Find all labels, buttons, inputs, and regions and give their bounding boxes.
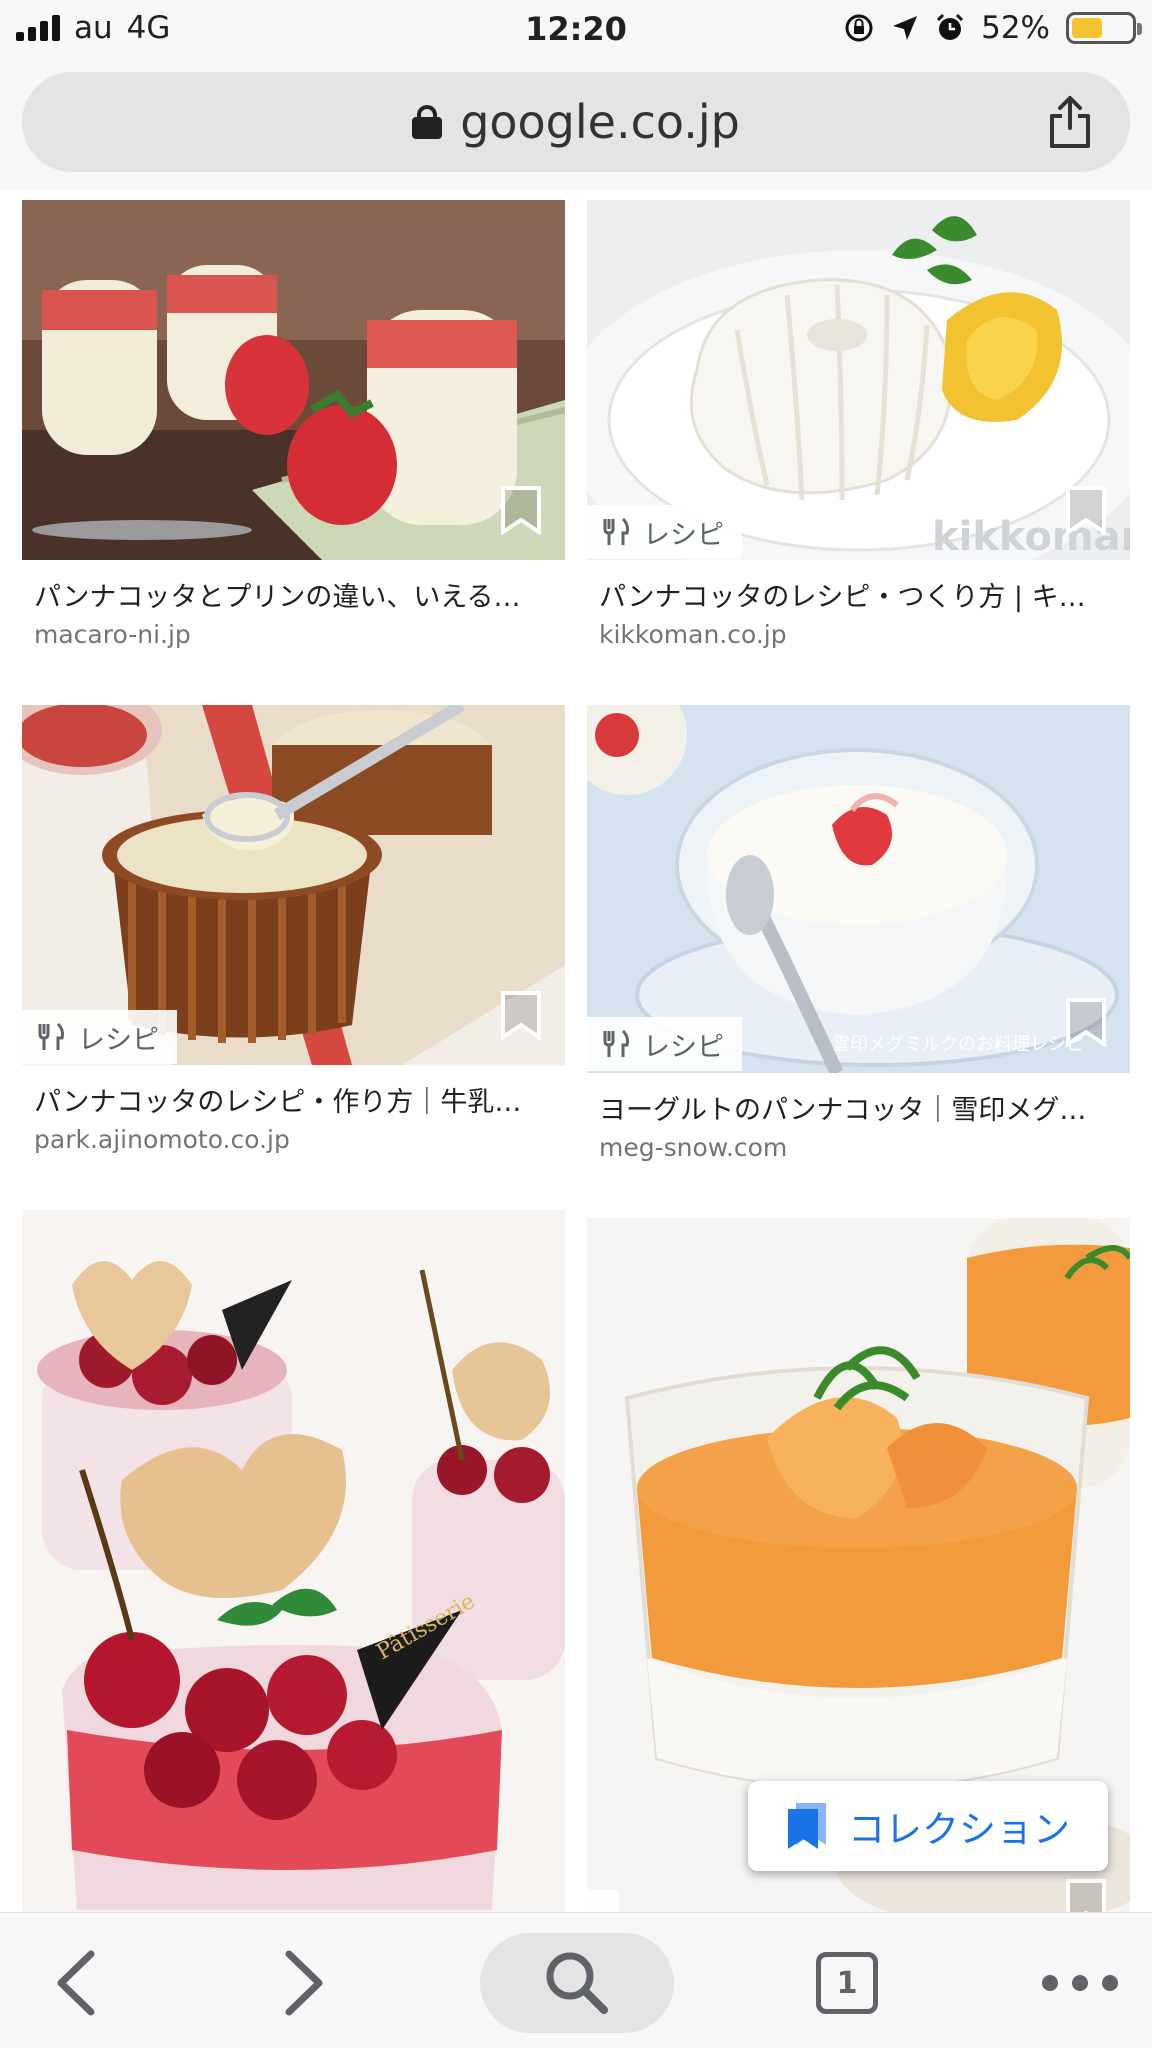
result-site-1: macaro-ni.jp: [34, 620, 191, 649]
result-site-4: meg-snow.com: [599, 1133, 788, 1162]
result-card-3[interactable]: レシピ パンナコッタのレシピ・作り方｜牛乳… park.ajinomoto.co…: [22, 705, 565, 1175]
recipe-badge: レシピ: [22, 1010, 177, 1064]
result-image-5[interactable]: Pâtisserie: [22, 1210, 565, 1912]
back-button[interactable]: [40, 1933, 110, 2033]
recipe-badge-label: レシピ: [643, 1031, 724, 1063]
recipe-badge: [587, 1890, 619, 1912]
recipe-badge-label: レシピ: [643, 519, 724, 551]
lock-icon: [412, 105, 443, 139]
bottom-toolbar: 1: [0, 1912, 1152, 2048]
result-title-4[interactable]: ヨーグルトのパンナコッタ｜雪印メグ…: [599, 1088, 1119, 1127]
result-card-1[interactable]: パンナコッタとプリンの違い、いえる… macaro-ni.jp: [22, 200, 565, 670]
bookmark-icon[interactable]: [1065, 1878, 1107, 1912]
alarm-icon: [937, 13, 964, 40]
result-title-2[interactable]: パンナコッタのレシピ・つくり方 | キ…: [599, 575, 1119, 614]
browser-header: google.co.jp: [0, 60, 1152, 190]
search-icon: [546, 1952, 608, 2014]
svg-text:雪印メグミルクのお料理レシピ: 雪印メグミルクのお料理レシピ: [832, 1034, 1084, 1055]
result-site-3: park.ajinomoto.co.jp: [34, 1125, 290, 1154]
location-arrow-icon: [893, 16, 918, 40]
fork-knife-icon: [603, 517, 629, 545]
result-title-3[interactable]: パンナコッタのレシピ・作り方｜牛乳…: [34, 1080, 554, 1119]
result-title-1[interactable]: パンナコッタとプリンの違い、いえる…: [34, 575, 554, 614]
result-card-2[interactable]: kikkoman レシピ パンナコッタのレシピ・つくり方 | キ… kikkom…: [587, 200, 1130, 670]
address-bar-content: google.co.jp: [22, 72, 1130, 172]
forward-button[interactable]: [270, 1933, 340, 2033]
address-bar[interactable]: google.co.jp: [22, 72, 1130, 172]
forward-icon: [285, 1950, 323, 2016]
more-button[interactable]: [1040, 1933, 1120, 2033]
orientation-lock-icon: [845, 14, 873, 42]
battery-icon: [1066, 12, 1142, 44]
collection-button[interactable]: コレクション: [748, 1781, 1108, 1871]
status-bar-right: 52%: [843, 10, 1142, 46]
back-icon: [57, 1950, 95, 2016]
bookmark-icon[interactable]: [1065, 485, 1107, 535]
address-domain: google.co.jp: [460, 95, 740, 149]
collection-label: コレクション: [848, 1808, 1070, 1851]
bookmark-icon[interactable]: [1065, 997, 1107, 1047]
more-icon: [1042, 1975, 1118, 1991]
fork-knife-icon: [38, 1022, 64, 1050]
battery-level: [1072, 18, 1103, 38]
bookmark-icon[interactable]: [500, 990, 542, 1040]
fork-knife-icon: [603, 1029, 629, 1057]
battery-percent: 52%: [981, 10, 1050, 46]
recipe-badge: レシピ: [587, 1017, 742, 1071]
status-bar: au 4G 12:20 52%: [0, 0, 1152, 60]
collection-bookmark-icon: [788, 1803, 826, 1849]
search-button[interactable]: [480, 1933, 674, 2033]
share-icon[interactable]: [1046, 94, 1094, 150]
recipe-badge-label: レシピ: [78, 1024, 159, 1056]
result-image-1[interactable]: [22, 200, 565, 560]
result-card-4[interactable]: 雪印メグミルクのお料理レシピ レシピ ヨーグルトのパンナコッタ｜雪印メグ… me…: [587, 705, 1130, 1185]
result-site-2: kikkoman.co.jp: [599, 620, 787, 649]
tabs-icon: 1: [816, 1952, 878, 2014]
tabs-button[interactable]: 1: [812, 1933, 882, 2033]
recipe-badge: レシピ: [587, 505, 742, 559]
bookmark-icon[interactable]: [500, 485, 542, 535]
result-card-5[interactable]: Pâtisserie: [22, 1210, 565, 1912]
